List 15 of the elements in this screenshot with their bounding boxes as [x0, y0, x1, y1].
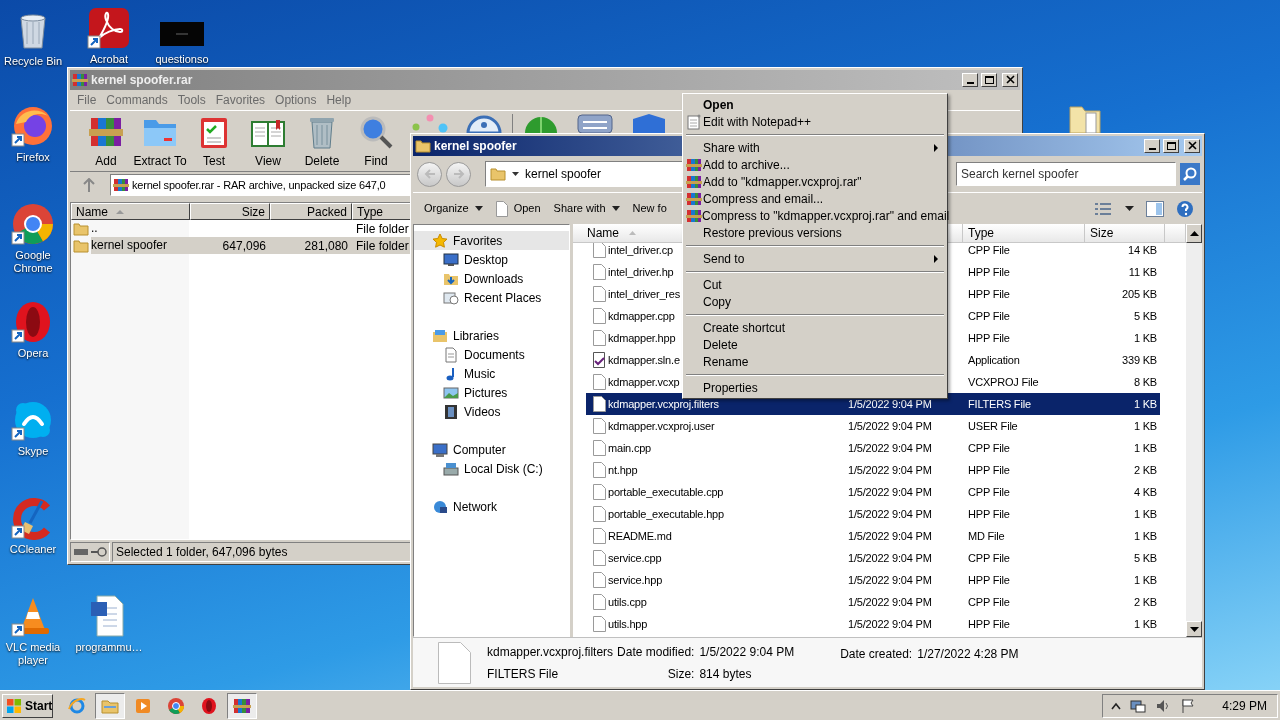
field-label: Date modified: [617, 643, 695, 661]
field-value: 1/5/2022 9:04 PM [699, 643, 795, 661]
file-type: File folder [355, 237, 409, 255]
field-label: Date created: [840, 646, 913, 663]
file-type: File folder [355, 220, 409, 238]
file-size: 647,096 [221, 237, 267, 255]
field-value: 1/27/2022 4:28 PM [917, 646, 1019, 663]
field-value: 814 bytes [699, 665, 753, 683]
file-name: kdmapper.vcxproj.filters [487, 643, 614, 661]
clock: 4:29 PM [1222, 697, 1268, 715]
window-title: kernel spoofer.rar [91, 72, 193, 89]
field-label: Size: [666, 665, 695, 683]
file-type: FILTERS File [487, 665, 560, 683]
window-title: kernel spoofer [434, 138, 517, 155]
packed-size: 281,080 [303, 237, 349, 255]
